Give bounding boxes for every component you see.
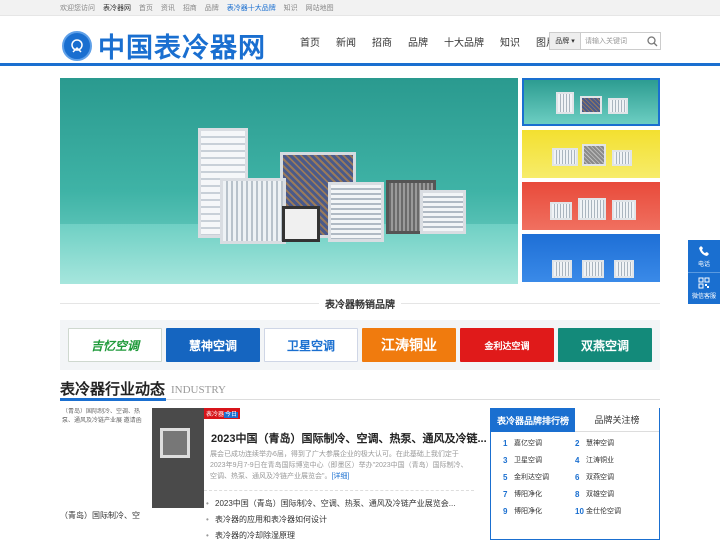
news-more-link[interactable]: [详细] [331, 473, 349, 480]
ranking-item[interactable]: 9 博阳净化 [503, 506, 575, 516]
ranking-item[interactable]: 8 双雄空调 [575, 489, 647, 499]
wechat-label: 微信客服 [691, 294, 716, 300]
ranking-item[interactable]: 1 嘉亿空调 [503, 438, 575, 448]
news-image-poster: （青岛）国际制冷、空调、热泵、通风及冷链产业展 邀请函 [60, 408, 152, 508]
nav-brand[interactable]: 品牌 [408, 34, 428, 49]
banner-thumbnails [522, 78, 660, 286]
tab-brand-ranking[interactable]: 表冷器品牌排行榜 [491, 408, 575, 432]
ranking-item[interactable]: 4 江涛铜业 [575, 455, 647, 465]
news-image-caption[interactable]: （青岛）国际制冷、空 [60, 510, 204, 522]
news-image[interactable]: （青岛）国际制冷、空调、热泵、通风及冷链产业展 邀请函 [60, 408, 204, 508]
banner-filter-image [328, 182, 384, 242]
brand-logo-1[interactable]: 吉忆空调 [68, 328, 162, 362]
search-button[interactable] [644, 33, 660, 49]
nav-knowledge[interactable]: 知识 [500, 34, 520, 49]
search-box: 品牌 ▾ 请输入关键词 [549, 32, 661, 50]
top-links: 欢迎您访问 表冷器网 首页 资讯 招商 品牌 表冷器十大品牌 知识 网站地图 [60, 3, 340, 13]
news-list-item[interactable]: 2023中国（青岛）国际制冷、空调、热泵、通风及冷链产业展览会... [204, 496, 455, 512]
banner-filter-image [220, 178, 286, 244]
news-tag: 表冷器今日 [204, 408, 241, 419]
ranking-item[interactable]: 3 卫星空调 [503, 455, 575, 465]
ranking-item[interactable]: 5 金利达空调 [503, 472, 575, 482]
news-headline[interactable]: 2023中国（青岛）国际制冷、空调、热泵、通风及冷链... [211, 430, 487, 446]
industry-underline [60, 398, 166, 401]
ranking-tabs: 表冷器品牌排行榜 品牌关注榜 [491, 408, 659, 432]
top-link-home[interactable]: 首页 [139, 5, 153, 12]
wechat-button[interactable]: 微信客服 [688, 272, 720, 304]
news-list-item[interactable]: 表冷器的冷却除湿原理 [204, 528, 455, 540]
top-link-sitemap[interactable]: 网站地图 [306, 5, 334, 12]
ranking-item[interactable]: 7 博阳净化 [503, 489, 575, 499]
ranking-list: 1 嘉亿空调 2 慧神空调 3 卫星空调 4 江涛铜业 5 金利达空调 6 双燕空调 7 博阳… [491, 432, 659, 516]
banner-filter-image [420, 190, 466, 234]
news-image-text: （青岛）国际制冷、空调、热泵、通风及冷链产业展 邀请函 [62, 409, 142, 424]
banner-thumb-1[interactable] [522, 78, 660, 126]
nav-news[interactable]: 新闻 [336, 34, 356, 49]
top-link-brand[interactable]: 品牌 [205, 5, 219, 12]
brand-logo-5[interactable]: 金利达空调 [460, 328, 554, 362]
floating-contact: 电话 微信客服 [688, 240, 720, 304]
industry-title: 表冷器行业动态 [60, 381, 166, 398]
ranking-item[interactable]: 6 双燕空调 [575, 472, 647, 482]
brand-logo-2[interactable]: 慧神空调 [166, 328, 260, 362]
industry-title-en: INDUSTRY [171, 384, 227, 396]
logo-text: 中国表冷器网 [98, 33, 266, 64]
tab-brand-attention[interactable]: 品牌关注榜 [575, 408, 659, 432]
news-image-photo [160, 428, 190, 458]
news-list-item[interactable]: 表冷器的应用和表冷器如何设计 [204, 512, 455, 528]
top-link-top10[interactable]: 表冷器十大品牌 [227, 5, 276, 12]
top-bar: 欢迎您访问 表冷器网 首页 资讯 招商 品牌 表冷器十大品牌 知识 网站地图 [0, 0, 720, 16]
logo-badge-icon [62, 30, 92, 61]
welcome-text: 欢迎您访问 [60, 5, 95, 12]
phone-icon [699, 245, 709, 256]
brand-logo-6[interactable]: 双燕空调 [558, 328, 652, 362]
brand-logo-4[interactable]: 江涛铜业 [362, 328, 456, 362]
main-nav: 首页 新闻 招商 品牌 十大品牌 知识 图片 [300, 34, 572, 49]
ranking-item[interactable]: 10 金仕伦空调 [575, 506, 647, 516]
phone-button[interactable]: 电话 [688, 240, 720, 272]
search-icon [646, 35, 657, 46]
banner-thumb-2[interactable] [522, 130, 660, 178]
nav-invest[interactable]: 招商 [372, 34, 392, 49]
header: 中国表冷器网 首页 新闻 招商 品牌 十大品牌 知识 图片 品牌 ▾ 请输入关键… [0, 16, 720, 66]
top-link-news[interactable]: 资讯 [161, 5, 175, 12]
hot-brands-row: 吉忆空调 慧神空调 卫星空调 江涛铜业 金利达空调 双燕空调 [60, 320, 660, 370]
news-list: 2023中国（青岛）国际制冷、空调、热泵、通风及冷链产业展览会... 表冷器的应… [204, 496, 455, 540]
hot-brands-title: 表冷器畅销品牌 [60, 296, 660, 311]
search-category-select[interactable]: 品牌 ▾ [550, 33, 581, 49]
site-logo[interactable]: 中国表冷器网 [62, 26, 266, 65]
news-divider [204, 490, 474, 491]
phone-label: 电话 [697, 261, 710, 268]
ranking-item[interactable]: 2 慧神空调 [575, 438, 647, 448]
news-summary: 展会已成功连续举办6届，得到了广大参展企业的极大认可。在此基础上我们定于2023… [210, 451, 468, 480]
qr-code-icon [698, 277, 710, 289]
banner-thumb-4[interactable] [522, 234, 660, 282]
banner-thumb-3[interactable] [522, 182, 660, 230]
nav-top10[interactable]: 十大品牌 [444, 34, 484, 49]
top-link-invest[interactable]: 招商 [183, 5, 197, 12]
industry-header: 表冷器行业动态 INDUSTRY [60, 378, 660, 401]
brand-logo-3[interactable]: 卫星空调 [264, 328, 358, 362]
search-input[interactable]: 请输入关键词 [581, 36, 644, 46]
hero-banner[interactable] [60, 78, 518, 284]
nav-home[interactable]: 首页 [300, 34, 320, 49]
site-link[interactable]: 表冷器网 [103, 5, 131, 12]
banner-filter-image [282, 206, 320, 242]
brand-ranking: 表冷器品牌排行榜 品牌关注榜 1 嘉亿空调 2 慧神空调 3 卫星空调 4 江涛铜业 5… [490, 408, 660, 540]
top-link-knowledge[interactable]: 知识 [284, 5, 298, 12]
